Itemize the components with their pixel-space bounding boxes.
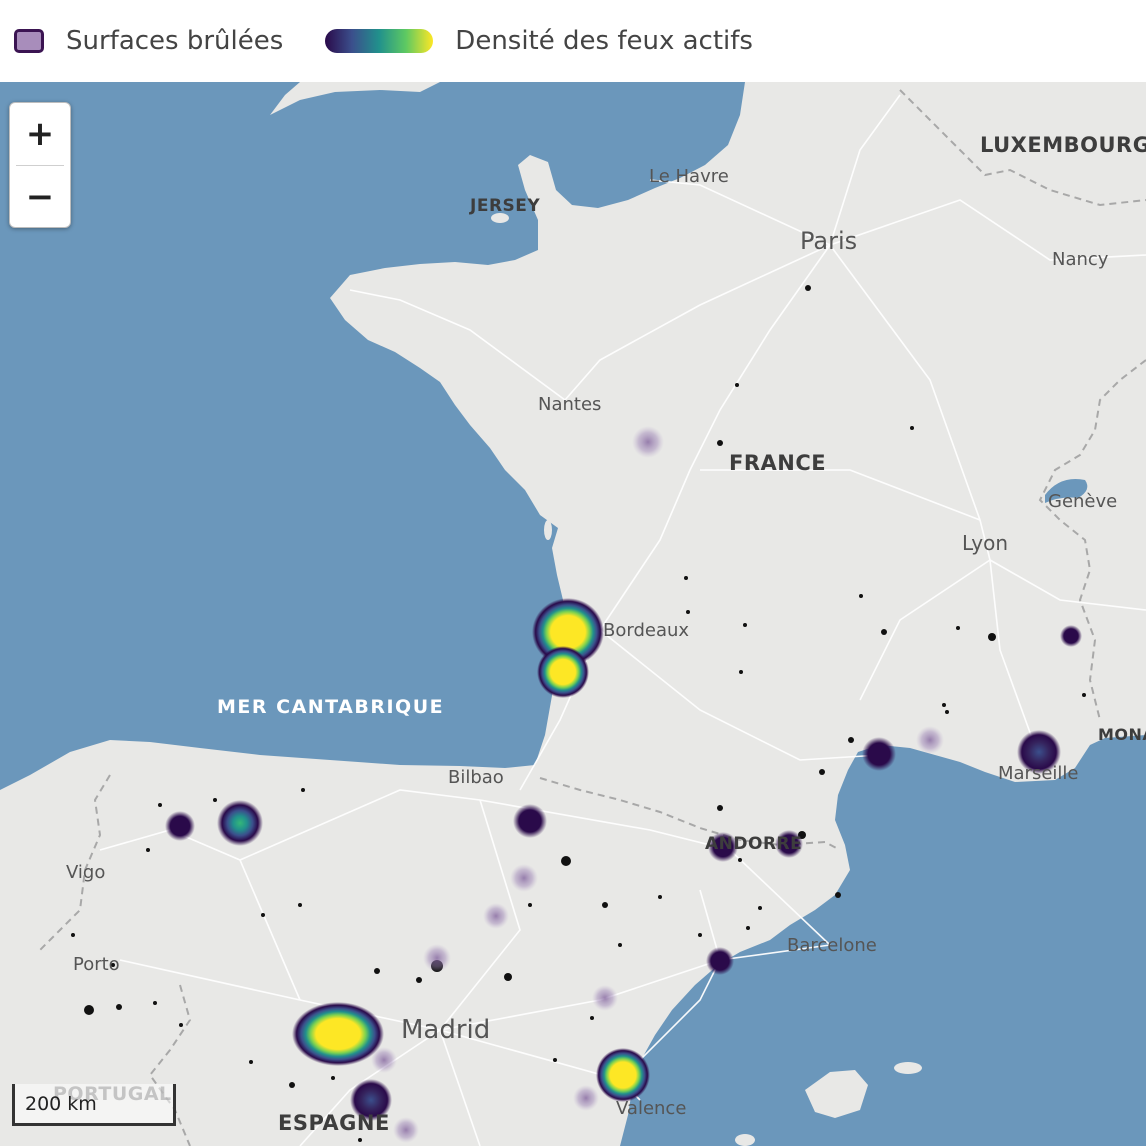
oleron-island <box>544 520 552 540</box>
scale-bar: 200 km <box>12 1084 176 1126</box>
legend-fire-density: Densité des feux actifs <box>283 26 753 56</box>
label-madrid: Madrid <box>401 1015 490 1045</box>
label-andorre: ANDORRE <box>705 834 802 854</box>
label-lyon: Lyon <box>962 531 1008 555</box>
zoom-in-button[interactable]: + <box>10 103 70 165</box>
label-porto: Porto <box>73 954 120 975</box>
ibiza-island <box>735 1134 755 1146</box>
label-bilbao: Bilbao <box>448 767 504 788</box>
zoom-control: + − <box>9 102 71 228</box>
label-mer-cantabrique: MER CANTABRIQUE <box>217 696 444 718</box>
map-canvas[interactable]: LUXEMBOURG Le Havre JERSEY Paris Nancy N… <box>0 82 1146 1146</box>
label-geneve: Genève <box>1048 491 1117 512</box>
label-jersey: JERSEY <box>469 196 540 216</box>
label-nantes: Nantes <box>538 394 601 415</box>
label-le-havre: Le Havre <box>649 166 729 187</box>
burned-area-swatch <box>14 29 44 53</box>
map-legend: Surfaces brûlées Densité des feux actifs <box>0 0 1146 82</box>
menorca-island <box>894 1062 922 1074</box>
label-nancy: Nancy <box>1052 249 1109 270</box>
label-bordeaux: Bordeaux <box>603 620 689 641</box>
zoom-out-button[interactable]: − <box>10 166 70 228</box>
label-luxembourg: LUXEMBOURG <box>980 133 1146 157</box>
label-espagne: ESPAGNE <box>278 1111 390 1135</box>
label-barcelone: Barcelone <box>787 935 877 956</box>
label-marseille: Marseille <box>998 763 1079 784</box>
label-valence: Valence <box>616 1098 686 1119</box>
fire-density-gradient-swatch <box>325 29 434 53</box>
label-france: FRANCE <box>729 451 826 475</box>
burned-area-label: Surfaces brûlées <box>66 26 284 56</box>
scale-label: 200 km <box>25 1093 97 1115</box>
legend-burned-areas: Surfaces brûlées <box>0 26 283 56</box>
label-paris: Paris <box>800 227 857 255</box>
label-vigo: Vigo <box>66 862 105 883</box>
fire-density-label: Densité des feux actifs <box>455 26 753 56</box>
label-monaco: MONAC <box>1098 725 1146 744</box>
